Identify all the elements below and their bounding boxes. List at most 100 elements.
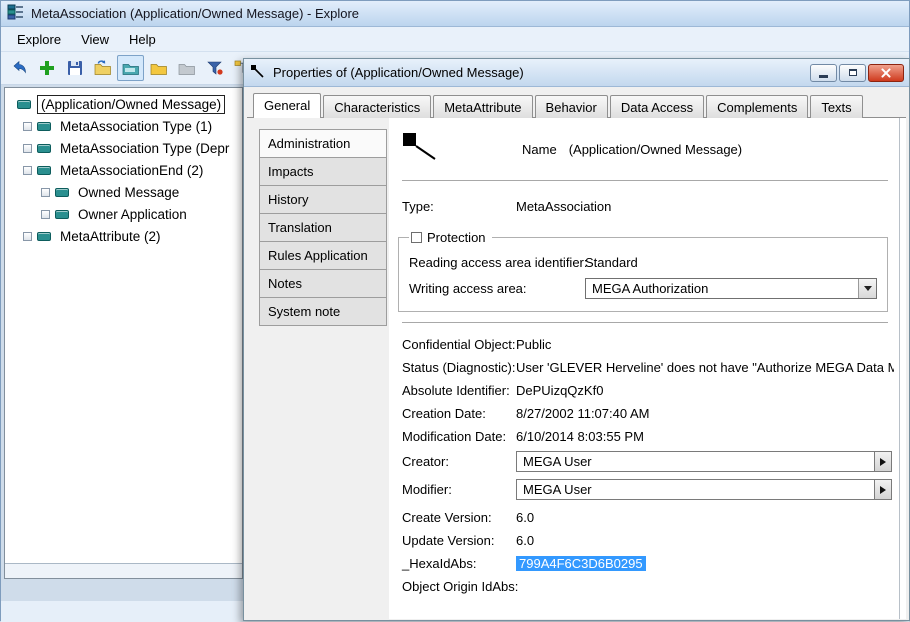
- menu-help[interactable]: Help: [119, 29, 166, 50]
- writing-access-dropdown[interactable]: MEGA Authorization: [585, 278, 877, 299]
- modifier-label: Modifier:: [402, 482, 516, 497]
- tree-item[interactable]: MetaAssociation Type (Depr: [5, 137, 242, 159]
- create-version-label: Create Version:: [402, 510, 516, 525]
- name-label: Name: [522, 142, 557, 157]
- menu-explore[interactable]: Explore: [7, 29, 71, 50]
- hexa-id-row: _HexaIdAbs: 799A4F6C3D6B0295: [402, 556, 894, 571]
- filter-button[interactable]: [201, 55, 228, 81]
- tree-item[interactable]: MetaAssociationEnd (2): [5, 159, 242, 181]
- current-object-button[interactable]: [117, 55, 144, 81]
- expander-icon[interactable]: [23, 166, 32, 175]
- nav-notes[interactable]: Notes: [259, 269, 387, 298]
- tree-item-label[interactable]: MetaAssociation Type (1): [57, 118, 215, 135]
- tab-texts[interactable]: Texts: [810, 95, 862, 118]
- tab-complements[interactable]: Complements: [706, 95, 808, 118]
- object-origin-label: Object Origin IdAbs:: [402, 579, 516, 594]
- tree-item[interactable]: Owner Application: [5, 203, 242, 225]
- creation-date-value: 8/27/2002 11:07:40 AM: [516, 406, 649, 421]
- restore-icon: [849, 69, 857, 76]
- add-icon: [38, 59, 56, 77]
- save-icon: [66, 59, 84, 77]
- tree-item[interactable]: MetaAssociation Type (1): [5, 115, 242, 137]
- nav-system-note[interactable]: System note: [259, 297, 387, 326]
- chevron-right-icon: [880, 486, 886, 494]
- creation-date-label: Creation Date:: [402, 406, 516, 421]
- metaassociation-icon: [17, 100, 31, 109]
- modifier-field[interactable]: MEGA User: [516, 479, 875, 500]
- menu-view[interactable]: View: [71, 29, 119, 50]
- tree-item-label[interactable]: MetaAssociation Type (Depr: [57, 140, 232, 157]
- hexa-id-value[interactable]: 799A4F6C3D6B0295: [516, 556, 646, 571]
- dropdown-arrow-button[interactable]: [858, 279, 876, 298]
- minimize-button[interactable]: [810, 64, 837, 82]
- tab-behavior[interactable]: Behavior: [535, 95, 608, 118]
- protection-group: Protection Reading access area identifie…: [398, 230, 888, 312]
- close-button[interactable]: [868, 64, 904, 82]
- dialog-title: Properties of (Application/Owned Message…: [273, 65, 524, 80]
- nav-history[interactable]: History: [259, 185, 387, 214]
- expander-icon[interactable]: [41, 210, 50, 219]
- modifier-row: Modifier: MEGA User: [402, 479, 894, 500]
- reading-access-row: Reading access area identifier: Standard: [409, 255, 879, 270]
- expander-icon[interactable]: [23, 122, 32, 131]
- protection-label: Protection: [427, 230, 486, 245]
- explorer-tree: (Application/Owned Message) MetaAssociat…: [4, 87, 243, 579]
- absolute-identifier-value: DePUizqQzKf0: [516, 383, 603, 398]
- tree-item-label[interactable]: MetaAttribute (2): [57, 228, 164, 245]
- type-label: Type:: [402, 199, 516, 214]
- reading-access-value: Standard: [585, 255, 638, 270]
- tree-item-root[interactable]: (Application/Owned Message): [5, 93, 242, 115]
- chevron-right-icon: [880, 458, 886, 466]
- modifier-picker-button[interactable]: [875, 479, 892, 500]
- expander-icon[interactable]: [23, 232, 32, 241]
- add-button[interactable]: [33, 55, 60, 81]
- horizontal-scrollbar[interactable]: [5, 563, 242, 578]
- update-version-row: Update Version: 6.0: [402, 533, 894, 548]
- dialog-tabstrip: General Characteristics MetaAttribute Be…: [247, 87, 906, 118]
- absolute-identifier-row: Absolute Identifier: DePUizqQzKf0: [402, 383, 894, 398]
- metaassociation-type-icon: [37, 144, 51, 153]
- open-button[interactable]: [89, 55, 116, 81]
- nav-administration[interactable]: Administration: [259, 129, 387, 158]
- separator: [402, 322, 888, 323]
- status-value: User 'GLEVER Herveline' does not have "A…: [516, 360, 894, 375]
- tab-metaattribute[interactable]: MetaAttribute: [433, 95, 532, 118]
- minimize-icon: [819, 75, 828, 78]
- back-button[interactable]: [5, 55, 32, 81]
- nav-translation[interactable]: Translation: [259, 213, 387, 242]
- app-icon: [7, 3, 25, 24]
- tree-item-label[interactable]: MetaAssociationEnd (2): [57, 162, 206, 179]
- save-button[interactable]: [61, 55, 88, 81]
- metaassociationend-item-icon: [55, 210, 69, 219]
- tree-item[interactable]: MetaAttribute (2): [5, 225, 242, 247]
- restore-button[interactable]: [839, 64, 866, 82]
- folder-button[interactable]: [145, 55, 172, 81]
- object-origin-row: Object Origin IdAbs:: [402, 579, 894, 594]
- creator-picker-button[interactable]: [875, 451, 892, 472]
- tree-item-label[interactable]: (Application/Owned Message): [37, 95, 225, 114]
- metaassociation-symbol-icon: [402, 132, 438, 165]
- tree-item-label[interactable]: Owner Application: [75, 206, 190, 223]
- confidential-label: Confidential Object:: [402, 337, 516, 352]
- metaassociation-symbol-small-icon: [249, 63, 265, 82]
- nav-impacts[interactable]: Impacts: [259, 157, 387, 186]
- tab-general[interactable]: General: [253, 93, 321, 118]
- tree-item-label[interactable]: Owned Message: [75, 184, 182, 201]
- tab-characteristics[interactable]: Characteristics: [323, 95, 431, 118]
- update-version-value: 6.0: [516, 533, 534, 548]
- folder-disabled-button[interactable]: [173, 55, 200, 81]
- creation-date-row: Creation Date: 8/27/2002 11:07:40 AM: [402, 406, 894, 421]
- expander-icon[interactable]: [23, 144, 32, 153]
- expander-icon[interactable]: [41, 188, 50, 197]
- creator-field[interactable]: MEGA User: [516, 451, 875, 472]
- dialog-titlebar: Properties of (Application/Owned Message…: [244, 59, 909, 87]
- tree-item[interactable]: Owned Message: [5, 181, 242, 203]
- back-icon: [10, 59, 28, 77]
- modification-date-value: 6/10/2014 8:03:55 PM: [516, 429, 644, 444]
- protection-checkbox[interactable]: [411, 232, 422, 243]
- update-version-label: Update Version:: [402, 533, 516, 548]
- nav-rules-application[interactable]: Rules Application: [259, 241, 387, 270]
- create-version-value: 6.0: [516, 510, 534, 525]
- modification-date-label: Modification Date:: [402, 429, 516, 444]
- tab-data-access[interactable]: Data Access: [610, 95, 704, 118]
